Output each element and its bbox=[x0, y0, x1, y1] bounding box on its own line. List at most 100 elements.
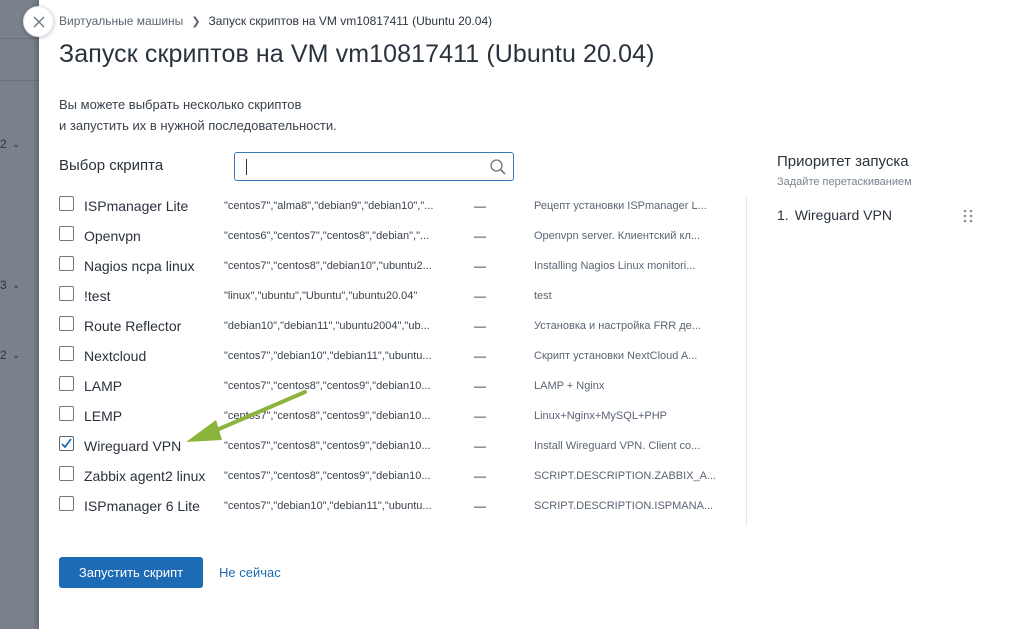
script-name: ISPmanager 6 Lite bbox=[84, 498, 200, 514]
script-checkbox[interactable] bbox=[59, 256, 74, 271]
script-description: SCRIPT.DESCRIPTION.ISPMANA... bbox=[534, 500, 714, 512]
run-scripts-panel: Виртуальные машины ❯ Запуск скриптов на … bbox=[39, 0, 1013, 629]
script-checkbox[interactable] bbox=[59, 196, 74, 211]
priority-item[interactable]: 1. Wireguard VPN bbox=[777, 207, 977, 227]
chevron-down-icon: ⌄ bbox=[12, 350, 21, 361]
script-description: Установка и настройка FRR де... bbox=[534, 320, 701, 332]
script-description: Openvpn server. Клиентский кл... bbox=[534, 230, 701, 242]
script-checkbox[interactable] bbox=[59, 286, 74, 301]
script-name: LAMP bbox=[84, 378, 123, 394]
script-os-list: "centos7","centos8","centos9","debian10.… bbox=[224, 440, 431, 452]
chevron-right-icon: ❯ bbox=[191, 15, 201, 28]
script-row[interactable]: Wireguard VPN "centos7","centos8","centos… bbox=[59, 431, 739, 461]
page-title: Запуск скриптов на VM vm10817411 (Ubuntu… bbox=[59, 40, 655, 68]
script-row[interactable]: Openvpn "centos6","centos7","centos8","de… bbox=[59, 221, 739, 251]
script-os-list: "linux","ubuntu","Ubuntu","ubuntu20.04" bbox=[224, 290, 418, 302]
script-os-list: "debian10","debian11","ubuntu2004","ub..… bbox=[224, 320, 430, 332]
script-dash: — bbox=[474, 439, 486, 453]
script-name: Zabbix agent2 linux bbox=[84, 468, 206, 484]
script-row[interactable]: Route Reflector "debian10","debian11","ub… bbox=[59, 311, 739, 341]
script-dash: — bbox=[474, 349, 486, 363]
breadcrumb-current: Запуск скриптов на VM vm10817411 (Ubuntu… bbox=[208, 14, 493, 28]
backdrop-count: 3 bbox=[0, 278, 7, 292]
script-row[interactable]: Nagios ncpa linux "centos7","centos8","de… bbox=[59, 251, 739, 281]
checkmark-icon bbox=[61, 438, 72, 449]
intro-line: и запустить их в нужной последовательнос… bbox=[59, 118, 337, 133]
search-field[interactable] bbox=[234, 152, 514, 181]
script-checkbox[interactable] bbox=[59, 316, 74, 331]
script-description: SCRIPT.DESCRIPTION.ZABBIX_A... bbox=[534, 470, 717, 482]
run-script-button[interactable]: Запустить скрипт bbox=[59, 557, 203, 588]
script-os-list: "centos7","alma8","debian9","debian10","… bbox=[224, 200, 434, 212]
chevron-down-icon: ⌄ bbox=[12, 280, 21, 291]
script-description: Install Wireguard VPN. Client co... bbox=[534, 440, 701, 452]
backdrop-count: 2 bbox=[0, 137, 7, 151]
text-caret bbox=[246, 159, 247, 175]
priority-title: Приоритет запуска bbox=[777, 153, 909, 170]
priority-item-label: Wireguard VPN bbox=[794, 207, 892, 223]
script-row[interactable]: Nextcloud "centos7","debian10","debian11"… bbox=[59, 341, 739, 371]
script-os-list: "centos6","centos7","centos8","debian","… bbox=[224, 230, 430, 242]
script-name: Route Reflector bbox=[84, 318, 182, 334]
breadcrumb-parent-link[interactable]: Виртуальные машины bbox=[59, 14, 183, 28]
script-checkbox[interactable] bbox=[59, 436, 74, 451]
backdrop-divider bbox=[0, 38, 40, 39]
breadcrumb: Виртуальные машины ❯ Запуск скриптов на … bbox=[59, 14, 492, 28]
script-os-list: "centos7","centos8","centos9","debian10.… bbox=[224, 470, 431, 482]
backdrop: 2 ⌄ 3 ⌄ 2 ⌄ bbox=[0, 0, 40, 629]
script-checkbox[interactable] bbox=[59, 226, 74, 241]
script-name: ISPmanager Lite bbox=[84, 198, 189, 214]
chevron-down-icon: ⌄ bbox=[12, 139, 21, 150]
script-dash: — bbox=[474, 319, 486, 333]
script-selector-label: Выбор скрипта bbox=[59, 157, 164, 174]
script-os-list: "centos7","centos8","centos9","debian10.… bbox=[224, 380, 431, 392]
script-dash: — bbox=[474, 409, 486, 423]
script-row[interactable]: !test "linux","ubuntu","Ubuntu","ubuntu20… bbox=[59, 281, 739, 311]
script-checkbox[interactable] bbox=[59, 466, 74, 481]
script-os-list: "centos7","debian10","debian11","ubuntu.… bbox=[224, 500, 432, 512]
script-description: Installing Nagios Linux monitori... bbox=[534, 260, 696, 272]
script-os-list: "centos7","centos8","centos9","debian10.… bbox=[224, 410, 431, 422]
script-row[interactable]: LAMP "centos7","centos8","centos9","debia… bbox=[59, 371, 739, 401]
priority-hint: Задайте перетаскиванием bbox=[777, 176, 912, 188]
script-description: Linux+Nginx+MySQL+PHP bbox=[534, 410, 667, 422]
script-name: !test bbox=[84, 288, 111, 304]
script-os-list: "centos7","debian10","debian11","ubuntu.… bbox=[224, 350, 432, 362]
script-dash: — bbox=[474, 229, 486, 243]
script-dash: — bbox=[474, 469, 486, 483]
script-description: Скрипт установки NextCloud A... bbox=[534, 350, 698, 362]
script-name: Nagios ncpa linux bbox=[84, 258, 195, 274]
script-dash: — bbox=[474, 499, 486, 513]
priority-item-number: 1. bbox=[777, 207, 789, 223]
backdrop-divider bbox=[0, 80, 40, 81]
script-name: Openvpn bbox=[84, 228, 141, 244]
script-dash: — bbox=[474, 199, 486, 213]
close-button[interactable] bbox=[23, 6, 54, 37]
script-name: LEMP bbox=[84, 408, 123, 424]
not-now-link[interactable]: Не сейчас bbox=[219, 565, 281, 580]
script-row[interactable]: ISPmanager 6 Lite "centos7","debian10","d… bbox=[59, 491, 739, 521]
close-icon bbox=[33, 16, 44, 27]
script-checkbox[interactable] bbox=[59, 346, 74, 361]
drag-handle-icon[interactable] bbox=[963, 209, 973, 223]
search-icon[interactable] bbox=[489, 158, 507, 176]
backdrop-count: 2 bbox=[0, 348, 7, 362]
intro-text: Вы можете выбрать несколько скриптов и з… bbox=[59, 94, 337, 136]
script-description: test bbox=[534, 290, 552, 302]
script-description: Рецепт установки ISPmanager L... bbox=[534, 200, 707, 212]
script-dash: — bbox=[474, 289, 486, 303]
script-description: LAMP + Nginx bbox=[534, 380, 605, 392]
script-row[interactable]: Zabbix agent2 linux "centos7","centos8","… bbox=[59, 461, 739, 491]
script-dash: — bbox=[474, 259, 486, 273]
script-checkbox[interactable] bbox=[59, 376, 74, 391]
script-checkbox[interactable] bbox=[59, 406, 74, 421]
script-checkbox[interactable] bbox=[59, 496, 74, 511]
search-input[interactable] bbox=[235, 153, 485, 180]
script-row[interactable]: ISPmanager Lite "centos7","alma8","debian… bbox=[59, 191, 739, 221]
script-dash: — bbox=[474, 379, 486, 393]
script-row[interactable]: LEMP "centos7","centos8","centos9","debia… bbox=[59, 401, 739, 431]
script-os-list: "centos7","centos8","debian10","ubuntu2.… bbox=[224, 260, 432, 272]
intro-line: Вы можете выбрать несколько скриптов bbox=[59, 97, 302, 112]
script-list: ISPmanager Lite "centos7","alma8","debian… bbox=[59, 191, 739, 521]
column-divider bbox=[746, 197, 747, 526]
